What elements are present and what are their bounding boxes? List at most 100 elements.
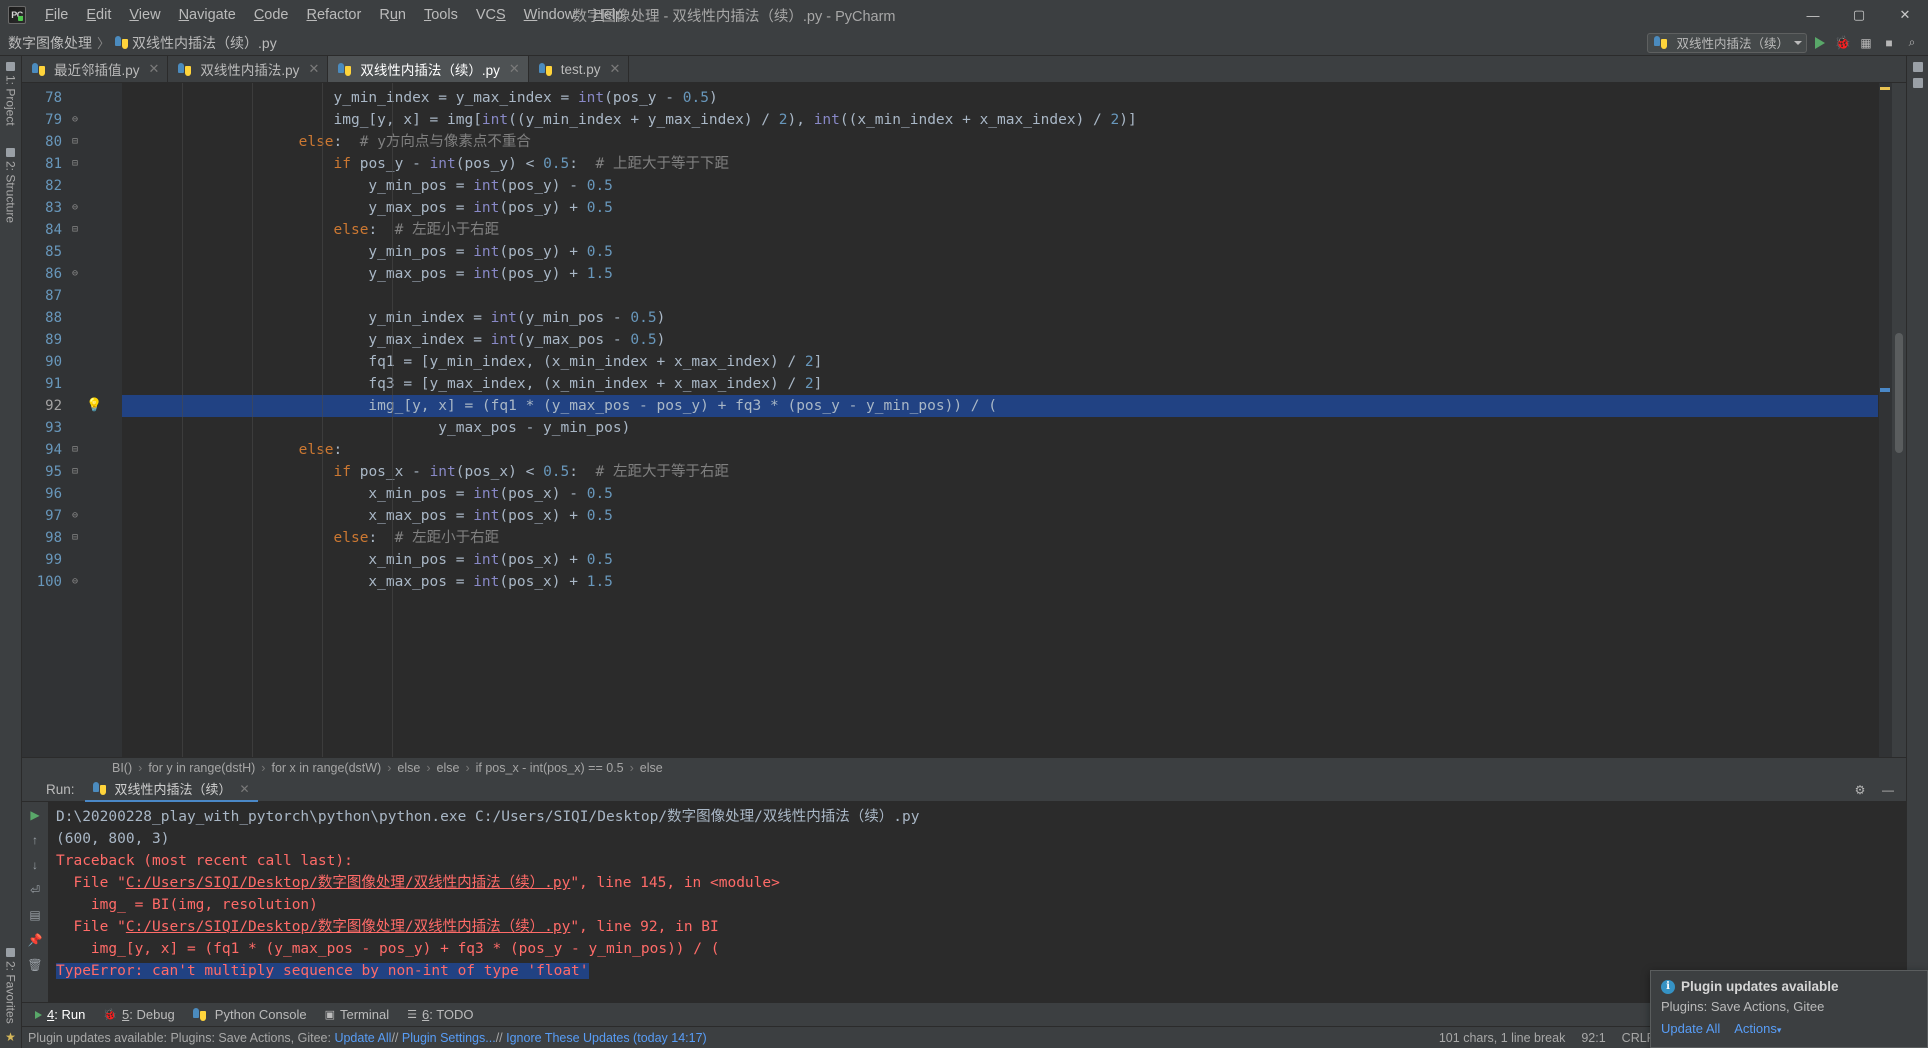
menu-window[interactable]: Window <box>515 3 585 27</box>
gutter-line-88[interactable]: 88 <box>22 307 122 329</box>
bottom-tab-run[interactable]: 4: Run <box>26 1003 94 1027</box>
code-line-98[interactable]: else: # 左距小于右距 <box>122 527 1878 549</box>
code-text-area[interactable]: y_min_index = y_max_index = int(pos_y - … <box>122 83 1878 757</box>
code-line-87[interactable] <box>122 285 1878 307</box>
code-breadcrumb-item[interactable]: else <box>397 761 420 775</box>
gutter-line-92[interactable]: 92 💡 <box>22 395 122 417</box>
code-line-85[interactable]: y_min_pos = int(pos_y) + 0.5 <box>122 241 1878 263</box>
code-line-95[interactable]: if pos_x - int(pos_x) < 0.5: # 左距大于等于右距 <box>122 461 1878 483</box>
coverage-button[interactable]: ▦ <box>1856 33 1876 53</box>
editor-tab-0[interactable]: 最近邻插值.py ✕ <box>22 56 169 82</box>
code-line-83[interactable]: y_max_pos = int(pos_y) + 0.5 <box>122 197 1878 219</box>
sidebar-item-favorites[interactable]: 2: Favorites <box>2 942 20 1030</box>
editor-gutter[interactable]: 78 79 ⊖ 80 ⊟ 81 ⊟ 82 83 ⊖ 84 ⊟ 85 86 ⊖ 87 88 89 90 91 92 💡 93 9… <box>22 83 122 757</box>
code-line-99[interactable]: x_min_pos = int(pos_x) + 0.5 <box>122 549 1878 571</box>
editor-marker-bar[interactable] <box>1878 83 1892 757</box>
run-console-output[interactable]: D:\20200228_play_with_pytorch\python\pyt… <box>48 802 1906 1002</box>
gutter-line-95[interactable]: 95 ⊟ <box>22 461 122 483</box>
database-icon[interactable] <box>1912 62 1923 72</box>
code-line-92[interactable]: img_[y, x] = (fq1 * (y_max_pos - pos_y) … <box>122 395 1878 417</box>
fold-handle-icon[interactable]: ⊟ <box>68 527 82 549</box>
gutter-line-89[interactable]: 89 <box>22 329 122 351</box>
gutter-line-80[interactable]: 80 ⊟ <box>22 131 122 153</box>
menu-vcs[interactable]: VCS <box>467 3 515 27</box>
menu-refactor[interactable]: Refactor <box>298 3 371 27</box>
code-breadcrumb-item[interactable]: BI() <box>112 761 132 775</box>
menu-navigate[interactable]: Navigate <box>170 3 245 27</box>
run-session-tab[interactable]: 双线性内插法（续） ✕ <box>84 778 258 802</box>
code-breadcrumb-item[interactable]: else <box>640 761 663 775</box>
rerun-icon[interactable]: ▶ <box>25 806 45 824</box>
gutter-line-93[interactable]: 93 <box>22 417 122 439</box>
fold-handle-icon[interactable]: ⊖ <box>68 109 82 131</box>
code-line-91[interactable]: fq3 = [y_max_index, (x_min_index + x_max… <box>122 373 1878 395</box>
fold-handle-icon[interactable]: ⊟ <box>68 439 82 461</box>
close-icon[interactable]: ✕ <box>308 61 319 77</box>
code-breadcrumb-item[interactable]: for x in range(dstW) <box>271 761 381 775</box>
sidebar-item-project[interactable]: 1: Project <box>2 56 20 132</box>
notification-update-all-link[interactable]: Update All <box>1661 1021 1720 1036</box>
soft-wrap-icon[interactable]: ⏎ <box>25 881 45 899</box>
scroll-down-icon[interactable]: ↓ <box>25 856 45 874</box>
scroll-up-icon[interactable]: ↑ <box>25 831 45 849</box>
code-line-79[interactable]: img_[y, x] = img[int((y_min_index + y_ma… <box>122 109 1878 131</box>
plugin-update-notification[interactable]: i Plugin updates available Plugins: Save… <box>1650 970 1928 1048</box>
pin-icon[interactable]: 📌 <box>25 931 45 949</box>
breadcrumb-file[interactable]: 双线性内插法（续）.py <box>115 33 277 53</box>
close-icon[interactable]: ✕ <box>509 61 520 77</box>
close-button[interactable]: ✕ <box>1882 0 1928 30</box>
code-line-82[interactable]: y_min_pos = int(pos_y) - 0.5 <box>122 175 1878 197</box>
status-ignore-updates-link[interactable]: Ignore These Updates (today 14:17) <box>506 1031 707 1045</box>
gutter-line-79[interactable]: 79 ⊖ <box>22 109 122 131</box>
fold-handle-icon[interactable]: ⊟ <box>68 219 82 241</box>
gutter-line-87[interactable]: 87 <box>22 285 122 307</box>
menu-run[interactable]: Run <box>370 3 415 27</box>
editor-tab-3[interactable]: test.py ✕ <box>529 56 630 82</box>
gutter-line-78[interactable]: 78 <box>22 87 122 109</box>
sidebar-item-structure[interactable]: 2: Structure <box>2 142 20 229</box>
code-line-84[interactable]: else: # 左距小于右距 <box>122 219 1878 241</box>
intention-bulb-icon[interactable]: 💡 <box>86 395 102 417</box>
code-breadcrumb-item[interactable]: for y in range(dstH) <box>148 761 255 775</box>
fold-handle-icon[interactable]: ⊖ <box>68 571 82 593</box>
code-line-96[interactable]: x_min_pos = int(pos_x) - 0.5 <box>122 483 1878 505</box>
bottom-tab-terminal[interactable]: ▣ Terminal <box>316 1003 399 1027</box>
code-line-81[interactable]: if pos_y - int(pos_y) < 0.5: # 上距大于等于下距 <box>122 153 1878 175</box>
stop-button[interactable]: ■ <box>1879 33 1899 53</box>
status-caret-position[interactable]: 92:1 <box>1581 1031 1605 1045</box>
console-file-link[interactable]: C:/Users/SIQI/Desktop/数字图像处理/双线性内插法（续）.p… <box>126 875 570 891</box>
code-line-78[interactable]: y_min_index = y_max_index = int(pos_y - … <box>122 87 1878 109</box>
menu-code[interactable]: Code <box>245 3 298 27</box>
minimize-icon[interactable]: — <box>1878 780 1898 800</box>
menu-edit[interactable]: Edit <box>77 3 120 27</box>
search-button[interactable]: ⌕ <box>1902 33 1922 53</box>
code-editor[interactable]: 78 79 ⊖ 80 ⊟ 81 ⊟ 82 83 ⊖ 84 ⊟ 85 86 ⊖ 87 88 89 90 91 92 💡 93 9… <box>22 83 1906 757</box>
status-plugin-settings-link[interactable]: Plugin Settings... <box>402 1031 496 1045</box>
gutter-line-91[interactable]: 91 <box>22 373 122 395</box>
status-update-all-link[interactable]: Update All <box>334 1031 391 1045</box>
bottom-tab-python-console[interactable]: Python Console <box>184 1003 316 1027</box>
editor-tab-2[interactable]: 双线性内插法（续）.py ✕ <box>328 56 529 82</box>
close-icon[interactable]: ✕ <box>149 61 160 77</box>
bottom-tab-debug[interactable]: 🐞 5: Debug <box>94 1003 183 1027</box>
gutter-line-82[interactable]: 82 <box>22 175 122 197</box>
minimize-button[interactable]: — <box>1790 0 1836 30</box>
gutter-line-96[interactable]: 96 <box>22 483 122 505</box>
print-icon[interactable]: ▤ <box>25 906 45 924</box>
code-line-90[interactable]: fq1 = [y_min_index, (x_min_index + x_max… <box>122 351 1878 373</box>
trash-icon[interactable]: 🗑 <box>25 956 45 974</box>
gutter-line-98[interactable]: 98 ⊟ <box>22 527 122 549</box>
code-line-89[interactable]: y_max_index = int(y_max_pos - 0.5) <box>122 329 1878 351</box>
fold-handle-icon[interactable]: ⊖ <box>68 505 82 527</box>
close-icon[interactable]: ✕ <box>610 61 621 77</box>
bottom-tab-todo[interactable]: ☰ 6: TODO <box>398 1003 482 1027</box>
code-line-93[interactable]: y_max_pos - y_min_pos) <box>122 417 1878 439</box>
code-line-97[interactable]: x_max_pos = int(pos_x) + 0.5 <box>122 505 1878 527</box>
code-line-100[interactable]: x_max_pos = int(pos_x) + 1.5 <box>122 571 1878 593</box>
gutter-line-85[interactable]: 85 <box>22 241 122 263</box>
run-button[interactable] <box>1810 33 1830 53</box>
menu-view[interactable]: View <box>120 3 169 27</box>
code-breadcrumb-item[interactable]: if pos_x - int(pos_x) == 0.5 <box>476 761 624 775</box>
gutter-line-99[interactable]: 99 <box>22 549 122 571</box>
code-breadcrumb-item[interactable]: else <box>437 761 460 775</box>
